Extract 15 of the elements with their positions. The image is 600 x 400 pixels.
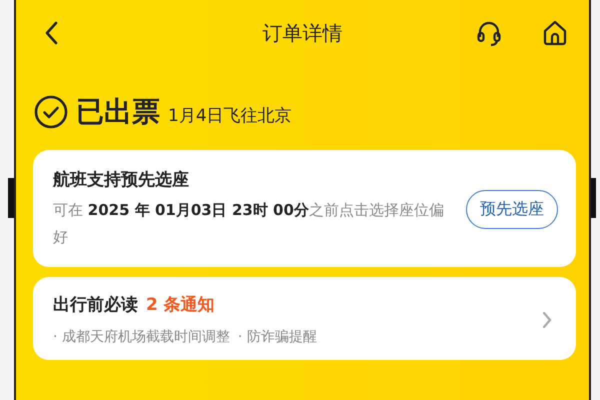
card-title: 航班支持预先选座 xyxy=(53,169,190,191)
notice-card[interactable]: 出行前必读 2 条通知 · 成都天府机场截载时间调整 · 防诈骗提醒 xyxy=(33,277,576,360)
flight-date-text: 1月4日飞往北京 xyxy=(168,104,292,126)
headset-icon[interactable] xyxy=(475,19,503,47)
check-circle-icon xyxy=(34,95,68,129)
back-icon[interactable] xyxy=(44,21,58,45)
select-seat-button[interactable]: 预先选座 xyxy=(466,190,558,229)
home-icon[interactable] xyxy=(541,19,569,47)
notice-item: · 防诈骗提醒 xyxy=(238,328,317,346)
status-label: 已出票 xyxy=(76,94,160,130)
notice-item: · 成都天府机场截载时间调整 xyxy=(53,328,230,346)
seat-description: 可在 2025 年 01月03日 23时 00分之前点击选择座位偏好 xyxy=(53,200,445,248)
page-title: 订单详情 xyxy=(262,20,342,47)
notice-count: 2 条通知 xyxy=(146,295,215,315)
card-title: 出行前必读 xyxy=(53,295,138,315)
